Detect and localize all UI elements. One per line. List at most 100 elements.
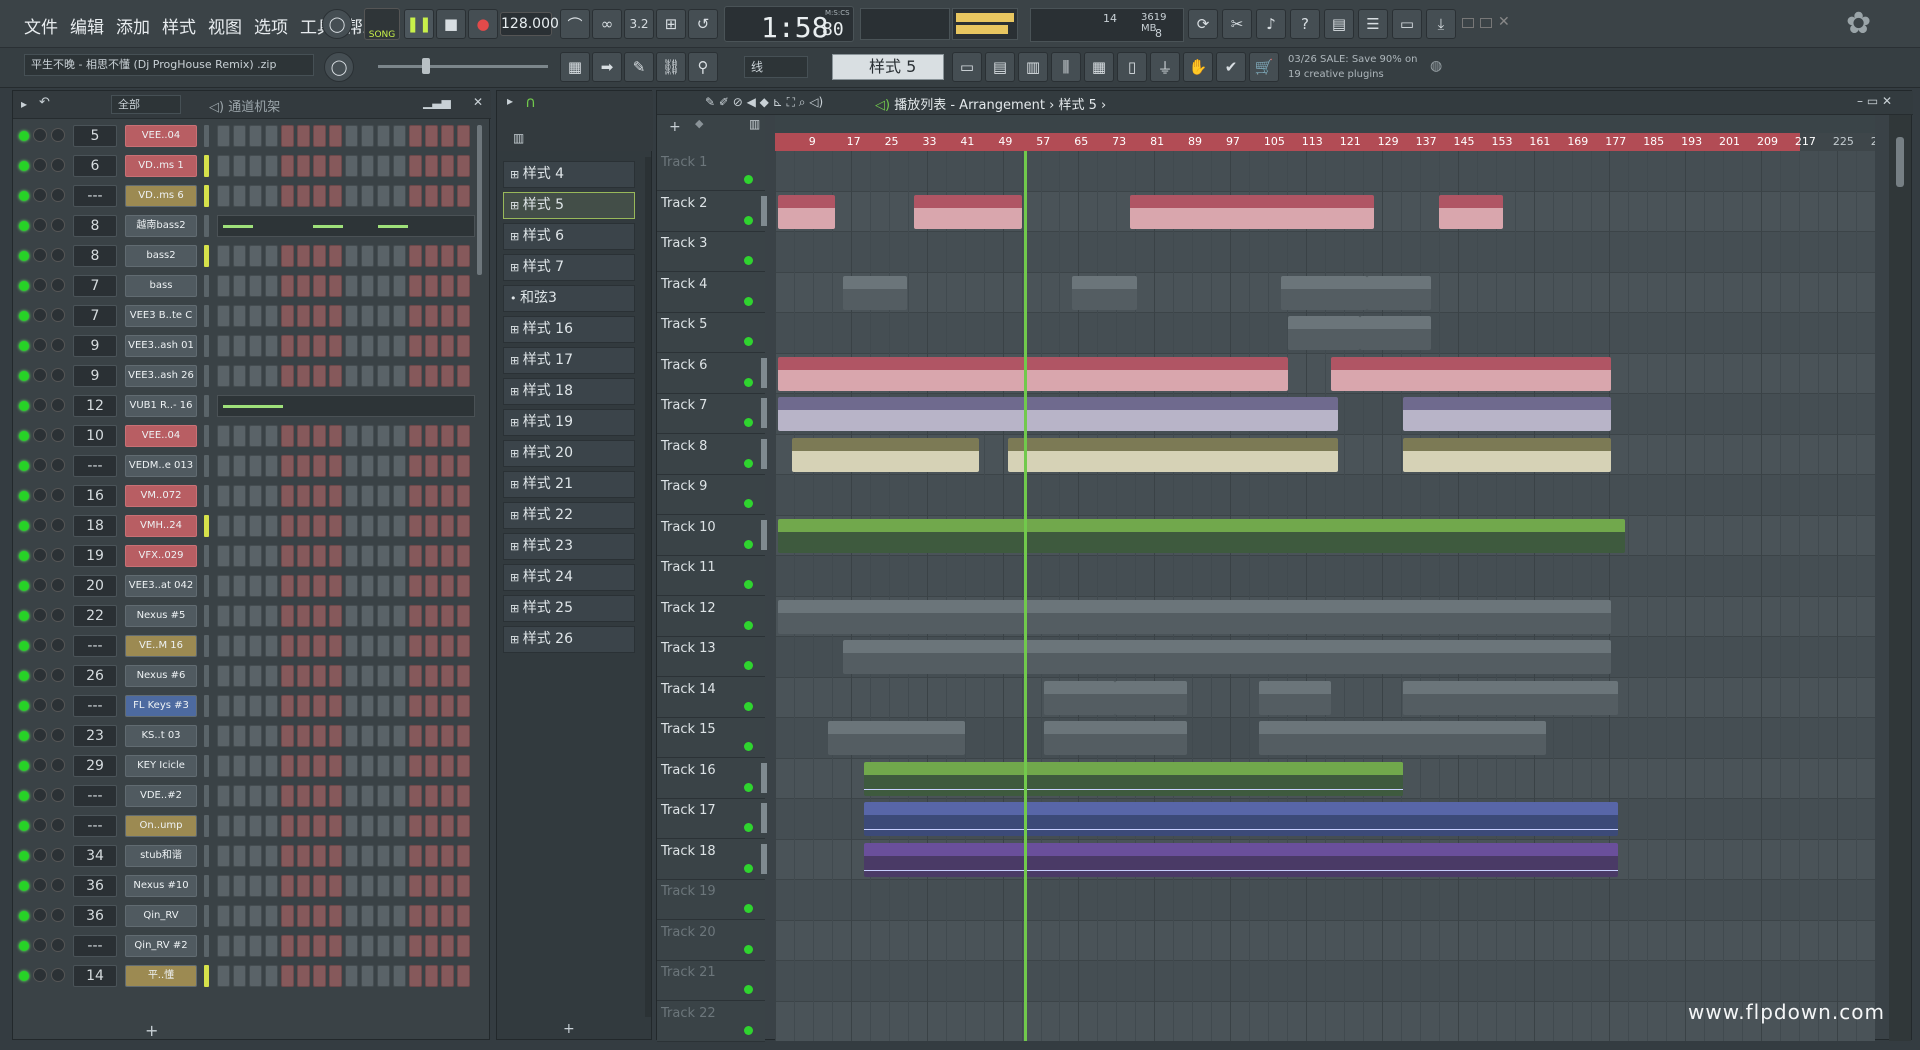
master-pitch-handle[interactable]	[422, 58, 430, 74]
step-button[interactable]	[361, 455, 374, 477]
channel-row[interactable]: --- VE..M 16	[13, 631, 483, 661]
channel-pan-knob[interactable]	[33, 518, 47, 532]
arrangement-grid[interactable]: 9 17 25 33 41 49 57 65 73 81 89 97 105 113 121 129 137 14…	[775, 115, 1875, 1041]
step-button[interactable]	[281, 725, 294, 747]
blend-notes-icon[interactable]: ⊞	[656, 9, 686, 39]
step-button[interactable]	[345, 125, 358, 147]
channel-volume-knob[interactable]	[51, 368, 65, 382]
step-button[interactable]	[265, 455, 278, 477]
channel-mute-led[interactable]	[19, 731, 29, 741]
step-button[interactable]	[409, 365, 422, 387]
step-button[interactable]	[249, 485, 262, 507]
channel-mute-led[interactable]	[19, 191, 29, 201]
channel-row[interactable]: 14 平..懂	[13, 961, 483, 991]
step-button[interactable]	[265, 515, 278, 537]
step-button[interactable]	[265, 605, 278, 627]
pattern-item[interactable]: ⊞ 样式 18	[503, 378, 635, 405]
step-button[interactable]	[329, 155, 342, 177]
channel-select-bar[interactable]	[204, 695, 209, 717]
channel-mute-led[interactable]	[19, 341, 29, 351]
step-button[interactable]	[281, 245, 294, 267]
step-button[interactable]	[361, 755, 374, 777]
channel-mute-led[interactable]	[19, 881, 29, 891]
song-mode-toggle[interactable]: SONG	[364, 8, 400, 40]
step-button[interactable]	[313, 785, 326, 807]
step-button[interactable]	[425, 455, 438, 477]
step-button[interactable]	[265, 695, 278, 717]
view-playlist-icon[interactable]: ▭	[952, 52, 982, 82]
step-button[interactable]	[217, 335, 230, 357]
step-button[interactable]	[409, 545, 422, 567]
step-button[interactable]	[457, 485, 470, 507]
step-button[interactable]	[441, 785, 454, 807]
step-button[interactable]	[329, 935, 342, 957]
step-button[interactable]	[377, 365, 390, 387]
channel-row[interactable]: 8 bass2	[13, 241, 483, 271]
step-button[interactable]	[217, 515, 230, 537]
channel-select-bar[interactable]	[204, 635, 209, 657]
step-button[interactable]	[297, 455, 310, 477]
step-button[interactable]	[361, 905, 374, 927]
step-button[interactable]	[377, 935, 390, 957]
step-button[interactable]	[329, 635, 342, 657]
step-button[interactable]	[361, 875, 374, 897]
step-button[interactable]	[265, 425, 278, 447]
step-button[interactable]	[249, 815, 262, 837]
playlist-clip[interactable]: ⊞ 样式 25	[1280, 275, 1367, 310]
step-button[interactable]	[313, 275, 326, 297]
channel-volume-knob[interactable]	[51, 938, 65, 952]
step-button[interactable]	[457, 185, 470, 207]
step-button[interactable]	[457, 305, 470, 327]
channel-mute-led[interactable]	[19, 401, 29, 411]
step-button[interactable]	[425, 305, 438, 327]
stamp-icon[interactable]: ⚲	[688, 52, 718, 82]
track-header[interactable]: Track 17	[657, 799, 767, 839]
channel-mute-led[interactable]	[19, 371, 29, 381]
step-button[interactable]	[377, 785, 390, 807]
step-button[interactable]	[281, 845, 294, 867]
step-button[interactable]	[217, 815, 230, 837]
step-button[interactable]	[345, 725, 358, 747]
track-mute-led[interactable]	[744, 782, 753, 792]
channel-mixer-track[interactable]: 8	[73, 215, 117, 237]
step-button[interactable]	[249, 515, 262, 537]
step-button[interactable]	[329, 365, 342, 387]
pattern-item[interactable]: ⊞ 样式 4	[503, 161, 635, 188]
menu-item[interactable]: 文件	[22, 13, 60, 38]
add-pattern-button[interactable]: +	[563, 1021, 575, 1037]
performance-icon[interactable]: ✋	[1183, 52, 1213, 82]
step-button[interactable]	[361, 725, 374, 747]
channel-volume-knob[interactable]	[51, 398, 65, 412]
step-button[interactable]	[281, 365, 294, 387]
step-button[interactable]	[409, 845, 422, 867]
track-mute-led[interactable]	[744, 742, 753, 751]
channel-select-bar[interactable]	[204, 935, 209, 957]
channel-mixer-track[interactable]: 36	[73, 905, 117, 927]
playlist-clip[interactable]: ▸ ▸ ▸ ▸	[1438, 194, 1504, 229]
step-button[interactable]	[345, 845, 358, 867]
step-button[interactable]	[441, 815, 454, 837]
step-button[interactable]	[377, 875, 390, 897]
step-button[interactable]	[425, 245, 438, 267]
time-display[interactable]: 1:58 80 M:S:CS	[724, 6, 854, 44]
channel-name-button[interactable]: VUB1 R..- 16	[125, 395, 197, 417]
step-button[interactable]	[361, 965, 374, 987]
channel-select-bar[interactable]	[204, 965, 209, 987]
channel-name-button[interactable]: VD..ms 6	[125, 185, 197, 207]
step-button[interactable]	[265, 575, 278, 597]
playlist-clip[interactable]: ▸ ▸ ▸ ▸ ▸ ▸ ▸ ▸ ▸ ▸ ▸ ▸ ▸ ▸ ▸ ▸ ▸ ▸ ▸ ▸	[778, 518, 1626, 553]
channel-row[interactable]: 12 VUB1 R..- 16	[13, 391, 483, 421]
step-button[interactable]	[313, 635, 326, 657]
step-button[interactable]	[441, 755, 454, 777]
view-channelrack-icon[interactable]: ▥	[1018, 52, 1048, 82]
channel-name-button[interactable]: VFX..029	[125, 545, 197, 567]
channel-mixer-track[interactable]: ---	[73, 185, 117, 207]
step-button[interactable]	[345, 875, 358, 897]
step-button[interactable]	[425, 275, 438, 297]
channel-name-button[interactable]: VEE3..ash 01	[125, 335, 197, 357]
step-button[interactable]	[377, 845, 390, 867]
playlist-clip[interactable]: ↗ Fast LP..utoff ↗ Fast LP..utoff ↗ Fast…	[1402, 842, 1619, 877]
step-button[interactable]	[313, 185, 326, 207]
step-button[interactable]	[377, 965, 390, 987]
step-button[interactable]	[425, 515, 438, 537]
